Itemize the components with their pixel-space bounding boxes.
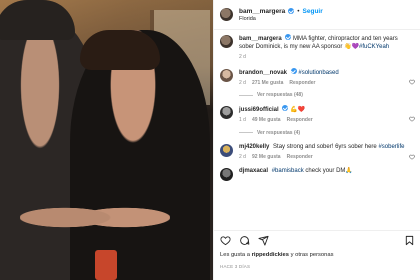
comment-meta: 2 d 92 Me gusta Responder bbox=[239, 153, 407, 161]
post-time-ago[interactable]: HACE 3 DÍAS bbox=[220, 264, 250, 269]
avatar[interactable] bbox=[220, 68, 233, 82]
comment-likes[interactable]: 271 Me gusta bbox=[252, 79, 283, 87]
avatar[interactable] bbox=[220, 106, 233, 120]
comments-list[interactable]: bam__margera MMA fighter, chiropractor a… bbox=[214, 30, 420, 230]
comment-likes[interactable]: 92 Me gusta bbox=[252, 153, 281, 161]
view-replies-button[interactable]: Ver respuestas (4) bbox=[239, 129, 407, 137]
caption-emoji: 👋💜 bbox=[344, 44, 359, 51]
comment-icon[interactable] bbox=[239, 235, 250, 246]
follow-button[interactable]: Seguir bbox=[303, 8, 323, 15]
view-replies-label: Ver respuestas (4) bbox=[257, 129, 301, 136]
avatar[interactable] bbox=[220, 168, 233, 182]
caption-body: bam__margera MMA fighter, chiropractor a… bbox=[239, 34, 407, 62]
comment-time[interactable]: 1 d bbox=[239, 116, 246, 124]
comment-body: mj420kelly Stay strong and sober! 6yrs s… bbox=[239, 143, 407, 161]
reply-button[interactable]: Responder bbox=[287, 116, 313, 124]
heart-icon[interactable] bbox=[220, 235, 231, 246]
bookmark-icon[interactable] bbox=[404, 235, 415, 246]
view-replies-button[interactable]: Ver respuestas (48) bbox=[239, 91, 407, 99]
comment-text: check your DM bbox=[305, 168, 346, 175]
comment-body: djmaxacal #bamisback check your DM🙏 bbox=[239, 167, 407, 175]
header-user-line: bam__margera • Seguir bbox=[239, 8, 323, 15]
view-replies-label: Ver respuestas (48) bbox=[257, 92, 303, 99]
post-header: bam__margera • Seguir Florida bbox=[214, 0, 420, 30]
likes-prefix: Les gusta a bbox=[220, 252, 250, 258]
comment-emoji: 💪❤️ bbox=[290, 107, 305, 114]
heart-icon[interactable] bbox=[409, 72, 415, 85]
comment-hashtag[interactable]: #soberlife bbox=[378, 144, 404, 150]
replies-line bbox=[239, 94, 253, 96]
likes-suffix: y otras personas bbox=[290, 252, 334, 258]
separator-dot: • bbox=[297, 7, 300, 15]
comment-username[interactable]: brandon__novak bbox=[239, 70, 287, 76]
comment-item: djmaxacal #bamisback check your DM🙏 bbox=[220, 167, 415, 182]
comment-body: brandon__novak #solutionbased 2 d 271 Me… bbox=[239, 67, 407, 100]
likes-user[interactable]: rippeddickies bbox=[252, 252, 289, 258]
heart-icon[interactable] bbox=[409, 109, 415, 122]
comment-time[interactable]: 2 d bbox=[239, 153, 246, 161]
share-icon[interactable] bbox=[258, 235, 269, 246]
verified-icon bbox=[290, 67, 297, 74]
reply-button[interactable]: Responder bbox=[289, 79, 315, 87]
caption-username[interactable]: bam__margera bbox=[239, 36, 282, 42]
comment-username[interactable]: mj420kelly bbox=[239, 144, 269, 150]
heart-icon[interactable] bbox=[409, 147, 415, 160]
comment-hashtag[interactable]: #bamisback bbox=[272, 168, 304, 174]
post-photo[interactable] bbox=[0, 0, 213, 280]
reply-button[interactable]: Responder bbox=[287, 153, 313, 161]
comment-item: jussi69official 💪❤️ 1 d 49 Me gusta Resp… bbox=[220, 105, 415, 137]
verified-icon bbox=[285, 34, 292, 40]
action-bar bbox=[214, 230, 420, 250]
comment-username[interactable]: jussi69official bbox=[239, 107, 279, 113]
photo-hair bbox=[80, 30, 160, 70]
comment-username[interactable]: djmaxacal bbox=[239, 168, 268, 174]
location-link[interactable]: Florida bbox=[239, 16, 323, 22]
comment-meta: 2 d 271 Me gusta Responder bbox=[239, 79, 407, 87]
comment-item: mj420kelly Stay strong and sober! 6yrs s… bbox=[220, 143, 415, 161]
verified-icon bbox=[288, 8, 295, 14]
comment-item: brandon__novak #solutionbased 2 d 271 Me… bbox=[220, 67, 415, 100]
comment-text: Stay strong and sober! 6yrs sober here bbox=[273, 143, 377, 150]
photo-fist-bump bbox=[20, 195, 170, 240]
avatar[interactable] bbox=[220, 143, 233, 157]
comment-meta: 1 d 49 Me gusta Responder bbox=[239, 116, 407, 124]
comment-time[interactable]: 2 d bbox=[239, 79, 246, 87]
caption-meta: 2 d bbox=[239, 53, 407, 61]
photo-badge bbox=[95, 250, 117, 280]
header-text: bam__margera • Seguir Florida bbox=[239, 8, 323, 22]
comment-emoji: 🙏 bbox=[345, 168, 353, 175]
comment-body: jussi69official 💪❤️ 1 d 49 Me gusta Resp… bbox=[239, 105, 407, 137]
replies-line bbox=[239, 132, 253, 134]
caption-hashtag[interactable]: #fuCKYeah bbox=[359, 44, 389, 50]
comment-likes[interactable]: 49 Me gusta bbox=[252, 116, 281, 124]
caption: bam__margera MMA fighter, chiropractor a… bbox=[220, 34, 415, 62]
verified-icon bbox=[282, 105, 289, 112]
avatar[interactable] bbox=[220, 35, 233, 48]
avatar[interactable] bbox=[220, 8, 233, 21]
post-side-panel: bam__margera • Seguir Florida bam__marge… bbox=[213, 0, 420, 280]
comment-hashtag[interactable]: #solutionbased bbox=[298, 70, 338, 76]
likes-summary[interactable]: Les gusta a rippeddickies y otras person… bbox=[220, 252, 333, 258]
header-username[interactable]: bam__margera bbox=[239, 8, 285, 15]
caption-time[interactable]: 2 d bbox=[239, 53, 246, 61]
